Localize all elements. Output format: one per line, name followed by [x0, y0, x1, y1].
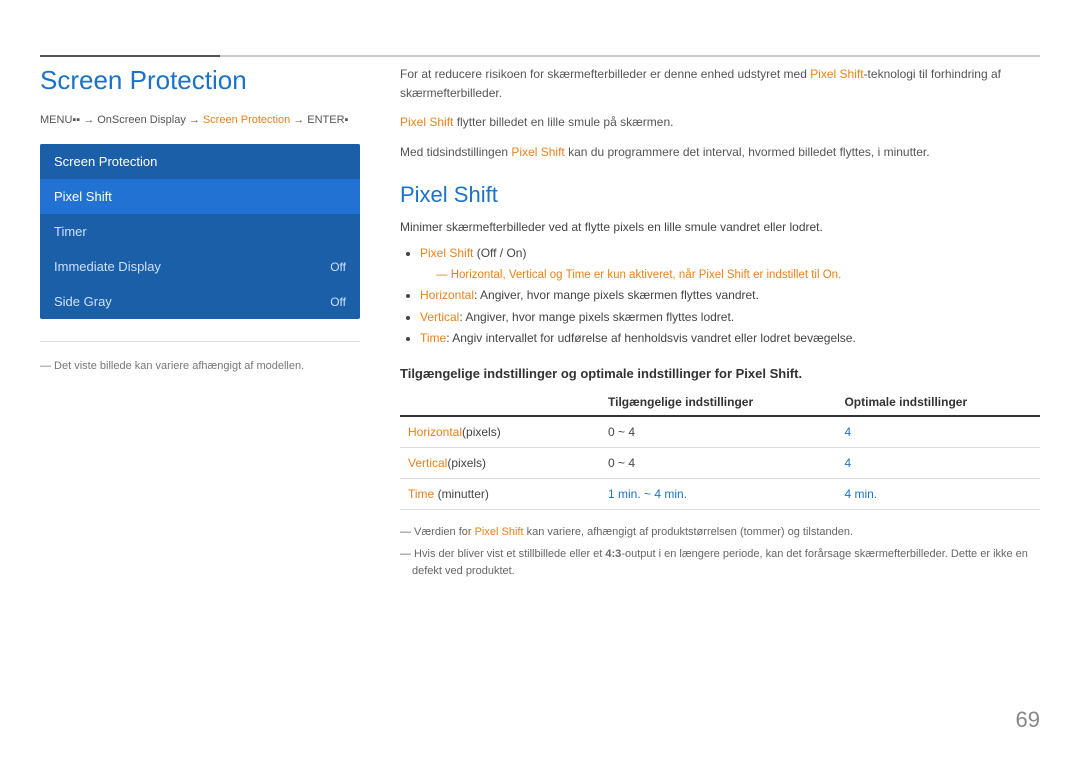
page-title: Screen Protection: [40, 65, 360, 96]
row-available: 1 min. ~ 4 min.: [600, 479, 836, 510]
col-header-label: [400, 389, 600, 416]
list-item-pixel-shift: Pixel Shift (Off / On) ― Horizontal, Ver…: [420, 243, 1040, 285]
row-optimal: 4: [836, 416, 1040, 448]
note-section: ― Det viste billede kan variere afhængig…: [40, 341, 360, 372]
section-title: Pixel Shift: [400, 182, 1040, 208]
menu-item-immediate-display[interactable]: Immediate Display Off: [40, 249, 360, 284]
row-optimal: 4 min.: [836, 479, 1040, 510]
table-row: Horizontal(pixels) 0 ~ 4 4: [400, 416, 1040, 448]
footnote-2: ― Hvis der bliver vist et stillbillede e…: [400, 546, 1040, 581]
list-item-sub: ― Horizontal, Vertical og Time er kun ak…: [436, 265, 1040, 286]
row-label: Vertical(pixels): [400, 448, 600, 479]
menu-item-label: Immediate Display: [54, 259, 161, 274]
top-border-accent: [40, 55, 220, 57]
col-header-available: Tilgængelige indstillinger: [600, 389, 836, 416]
left-panel: Screen Protection MENU▪▪ → OnScreen Disp…: [40, 65, 360, 372]
table-row: Time (minutter) 1 min. ~ 4 min. 4 min.: [400, 479, 1040, 510]
intro-line-1: For at reducere risikoen for skærmefterb…: [400, 65, 1040, 103]
bullet-list: Pixel Shift (Off / On) ― Horizontal, Ver…: [420, 243, 1040, 350]
row-label: Horizontal(pixels): [400, 416, 600, 448]
menu-box: Screen Protection Pixel Shift Timer Imme…: [40, 144, 360, 319]
menu-header: Screen Protection: [40, 144, 360, 179]
menu-item-value: Off: [330, 260, 346, 274]
breadcrumb-menu: MENU▪▪: [40, 114, 80, 126]
row-label: Time (minutter): [400, 479, 600, 510]
intro-line-2: Pixel Shift flytter billedet en lille sm…: [400, 113, 1040, 132]
note-text: ― Det viste billede kan variere afhængig…: [40, 360, 360, 372]
list-item-horizontal: Horizontal: Angiver, hvor mange pixels s…: [420, 285, 1040, 307]
breadcrumb: MENU▪▪ → OnScreen Display → Screen Prote…: [40, 114, 360, 126]
menu-item-label: Timer: [54, 224, 87, 239]
menu-item-timer[interactable]: Timer: [40, 214, 360, 249]
row-optimal: 4: [836, 448, 1040, 479]
list-item-time: Time: Angiv intervallet for udførelse af…: [420, 328, 1040, 350]
row-available: 0 ~ 4: [600, 416, 836, 448]
row-available: 0 ~ 4: [600, 448, 836, 479]
menu-item-label: Side Gray: [54, 294, 112, 309]
menu-item-label: Pixel Shift: [54, 189, 112, 204]
data-table: Tilgængelige indstillinger Optimale inds…: [400, 389, 1040, 510]
right-panel: For at reducere risikoen for skærmefterb…: [400, 65, 1040, 585]
menu-item-side-gray[interactable]: Side Gray Off: [40, 284, 360, 319]
col-header-optimal: Optimale indstillinger: [836, 389, 1040, 416]
footnotes: ― Værdien for Pixel Shift kan variere, a…: [400, 524, 1040, 581]
breadcrumb-enter: ENTER▪: [307, 114, 348, 126]
body-text-main: Minimer skærmefterbilleder ved at flytte…: [400, 218, 1040, 237]
page-number: 69: [1016, 707, 1040, 733]
menu-item-pixel-shift[interactable]: Pixel Shift: [40, 179, 360, 214]
table-row: Vertical(pixels) 0 ~ 4 4: [400, 448, 1040, 479]
breadcrumb-screen-protection: Screen Protection: [203, 114, 290, 126]
intro-line-3: Med tidsindstillingen Pixel Shift kan du…: [400, 143, 1040, 162]
breadcrumb-onscreen: OnScreen Display: [97, 114, 186, 126]
table-section-title: Tilgængelige indstillinger og optimale i…: [400, 366, 1040, 381]
footnote-1: ― Værdien for Pixel Shift kan variere, a…: [400, 524, 1040, 542]
menu-item-value: Off: [330, 295, 346, 309]
list-item-vertical: Vertical: Angiver, hvor mange pixels skæ…: [420, 307, 1040, 329]
